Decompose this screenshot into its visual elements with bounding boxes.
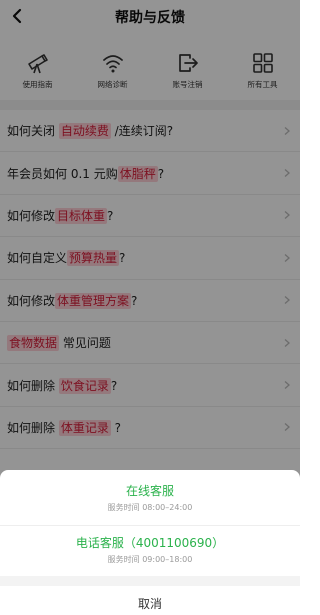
contact-action-sheet: 在线客服 服务时间 08:00–24:00 电话客服（4001100690） 服… <box>0 470 300 615</box>
online-service-title: 在线客服 <box>125 484 174 498</box>
phone-service-title: 电话客服（4001100690） <box>75 536 225 550</box>
phone-service-option[interactable]: 电话客服（4001100690） 服务时间 09:00–18:00 <box>0 534 300 565</box>
online-service-option[interactable]: 在线客服 服务时间 08:00–24:00 <box>0 482 300 513</box>
section-divider <box>0 576 300 586</box>
divider <box>0 525 300 526</box>
phone-service-hours: 服务时间 09:00–18:00 <box>107 555 193 564</box>
help-feedback-page: 帮助与反馈 使用指南 网络诊断 账号注销 所有工具 如何关闭 自动续费 /连续订… <box>0 0 300 615</box>
cancel-button[interactable]: 取消 <box>0 586 300 615</box>
online-service-hours: 服务时间 08:00–24:00 <box>107 503 193 512</box>
